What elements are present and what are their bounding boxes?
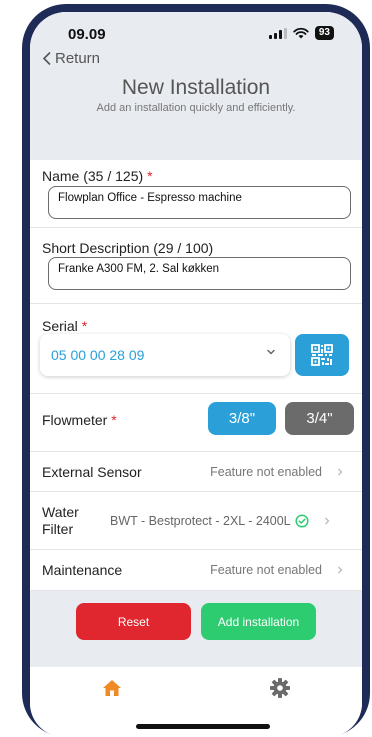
add-installation-button[interactable]: Add installation — [201, 603, 316, 640]
maintenance-row[interactable]: Maintenance Feature not enabled — [30, 550, 362, 591]
water-filter-value: BWT - Bestprotect - 2XL - 2400L — [110, 513, 291, 528]
serial-label: Serial * — [42, 318, 88, 334]
page-subtitle: Add an installation quickly and efficien… — [96, 102, 296, 114]
chevron-down-icon — [267, 349, 275, 355]
header: 09.09 93 Return New Installation Add an … — [30, 12, 362, 160]
battery-indicator: 93 — [314, 26, 334, 40]
phone-frame: 09.09 93 Return New Installation Add an … — [22, 4, 370, 737]
description-field-group: Short Description (29 / 100) Franke A300… — [30, 228, 362, 304]
external-sensor-row[interactable]: External Sensor Feature not enabled — [30, 452, 362, 492]
description-label: Short Description (29 / 100) — [42, 240, 214, 256]
status-icons: 93 — [268, 26, 334, 40]
serial-field-group: Serial * 05 00 00 28 09 — [30, 304, 362, 394]
action-bar: Reset Add installation — [30, 591, 362, 671]
external-sensor-label: External Sensor — [42, 463, 142, 480]
water-filter-label: Water Filter — [42, 503, 79, 537]
home-indicator — [136, 724, 270, 729]
back-button[interactable]: Return — [42, 50, 100, 67]
flowmeter-row: Flowmeter * 3/8" 3/4" — [30, 394, 362, 452]
maintenance-label: Maintenance — [42, 562, 123, 578]
description-input[interactable]: Franke A300 FM, 2. Sal køkken — [48, 257, 351, 290]
maintenance-value: Feature not enabled — [210, 563, 322, 577]
signal-icon — [268, 27, 287, 39]
chevron-right-icon — [338, 566, 343, 574]
chevron-left-icon — [42, 52, 51, 65]
reset-button[interactable]: Reset — [76, 603, 191, 640]
qr-code-icon — [311, 344, 333, 366]
name-field-group: Name (35 / 125) * Flowplan Office - Espr… — [30, 160, 362, 228]
back-label: Return — [55, 50, 101, 67]
serial-value: 05 00 00 28 09 — [51, 347, 145, 363]
flowmeter-option-3-8[interactable]: 3/8" — [208, 402, 276, 435]
chevron-right-icon — [338, 468, 343, 475]
status-time: 09.09 — [68, 26, 106, 43]
check-circle-icon — [295, 513, 309, 528]
page-title: New Installation — [121, 76, 271, 99]
gear-icon[interactable] — [269, 677, 291, 699]
flowmeter-option-3-4[interactable]: 3/4" — [285, 402, 354, 435]
water-filter-row[interactable]: Water Filter BWT - Bestprotect - 2XL - 2… — [30, 492, 362, 550]
name-input[interactable]: Flowplan Office - Espresso machine — [48, 186, 351, 219]
chevron-right-icon — [324, 517, 330, 524]
tab-bar — [30, 667, 362, 737]
home-icon[interactable] — [102, 679, 122, 697]
qr-scan-button[interactable] — [295, 334, 349, 376]
serial-select[interactable]: 05 00 00 28 09 — [40, 334, 290, 376]
external-sensor-value: Feature not enabled — [210, 464, 322, 479]
name-label: Name (35 / 125) * — [42, 168, 153, 184]
app-screen: 09.09 93 Return New Installation Add an … — [30, 12, 362, 737]
wifi-icon — [293, 27, 309, 39]
